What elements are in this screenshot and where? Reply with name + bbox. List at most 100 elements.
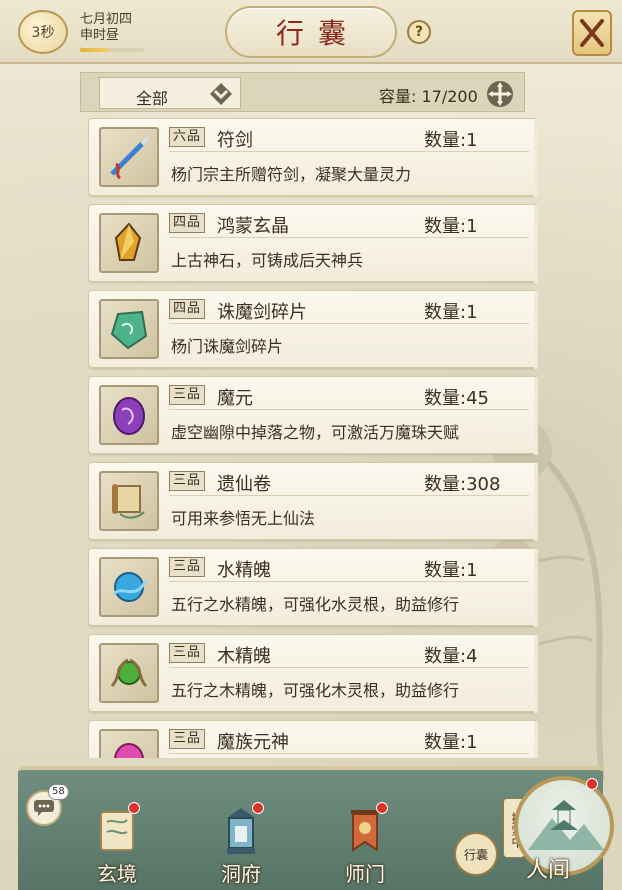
tab-xuanjing[interactable]: 玄境 [82,802,152,886]
talisman-sword-icon [99,127,159,187]
item-grade: 三品 [169,557,206,577]
item-grade: 三品 [169,385,206,405]
help-button[interactable]: ? [407,20,431,44]
item-quantity: 数量:1 [424,212,478,238]
item-quantity: 数量:1 [424,298,478,324]
quantity-value: 1 [466,560,478,581]
chat-icon [34,800,54,816]
item-quantity: 数量:1 [424,556,478,582]
tab-dongfu[interactable]: 洞府 [206,802,276,886]
timer-badge: 3秒 [18,10,68,54]
notice-dot [586,778,598,790]
crystal-icon [99,213,159,273]
wood-essence-icon [99,643,159,703]
item-row[interactable]: 四品 诛魔剑碎片 数量:1 杨门诛魔剑碎片 [88,290,538,368]
item-quantity: 数量:45 [424,384,489,410]
item-row[interactable]: 三品 木精魄 数量:4 五行之木精魄，可强化木灵根，助益修行 [88,634,538,712]
page-title: 行囊 [275,17,360,50]
tab-label: 师门 [345,862,385,886]
quantity-value: 45 [466,388,489,409]
item-quantity: 数量:4 [424,642,478,668]
category-selected: 全部 [136,89,169,108]
world-label: 人间 [526,858,571,883]
item-grade: 四品 [169,299,206,319]
quantity-label: 数量: [424,216,467,237]
close-button[interactable] [572,10,612,56]
item-name: 魔族元神 [217,732,289,753]
crossed-swords-icon [580,19,604,47]
item-row[interactable]: 六品 符剑 数量:1 杨门宗主所赠符剑，凝聚大量灵力 [88,118,538,196]
capacity-info: 容量: 17/200 [379,83,478,107]
tab-shimen[interactable]: 师门 [330,802,400,886]
quantity-value: 1 [466,216,478,237]
time-progress-bar [80,48,144,52]
item-grade: 四品 [169,213,206,233]
quantity-label: 数量: [424,474,467,495]
item-description: 可用来参悟无上仙法 [171,509,316,528]
jade-shard-icon [99,299,159,359]
category-dropdown[interactable]: 全部 [99,77,241,109]
divider [169,581,529,582]
lunar-date: 七月初四 [80,12,133,27]
quantity-label: 数量: [424,732,467,753]
item-grade: 三品 [169,643,206,663]
item-list: 六品 符剑 数量:1 杨门宗主所赠符剑，凝聚大量灵力 四品 鸿蒙玄晶 数量:1 上古神石，可铸… [88,118,538,758]
item-name: 符剑 [217,130,253,151]
tab-label: 洞府 [221,862,261,886]
item-row[interactable]: 三品 遗仙卷 数量:308 可用来参悟无上仙法 [88,462,538,540]
quantity-label: 数量: [424,646,467,667]
timer-text: 3秒 [31,25,55,41]
title-plate: 行囊 [225,6,397,58]
divider [169,323,529,324]
item-grade: 三品 [169,471,206,491]
item-description: 上古神石，可铸成后天神兵 [171,251,364,270]
top-bar: 3秒 七月初四 申时昼 行囊 ? [0,0,622,64]
notice-dot [376,802,388,814]
item-row[interactable]: 三品 魔元 数量:45 虚空幽隙中掉落之物，可激活万魔珠天赋 [88,376,538,454]
question-icon: ? [414,24,424,40]
item-description: 五行之木精魄，可强化木灵根，助益修行 [171,681,460,700]
bag-button[interactable]: 行囊 [454,832,498,876]
capacity-label: 容量: [379,87,417,106]
chat-count-badge: 58 [48,784,69,800]
demon-orb-icon [99,385,159,445]
item-quantity: 数量:1 [424,728,478,754]
quantity-value: 1 [466,732,478,753]
quantity-value: 1 [466,130,478,151]
divider [169,753,529,754]
notice-dot [252,802,264,814]
item-name: 水精魄 [217,560,271,581]
item-name: 魔元 [217,388,253,409]
filter-bar: 全部 容量: 17/200 [80,72,525,112]
date-info: 七月初四 申时昼 [80,12,132,44]
item-grade: 三品 [169,729,206,749]
scroll-icon [99,471,159,531]
item-description: 杨门宗主所赠符剑，凝聚大量灵力 [171,165,412,184]
item-name: 鸿蒙玄晶 [217,216,289,237]
item-name: 诛魔剑碎片 [217,302,307,323]
quantity-value: 1 [466,302,478,323]
item-description: 杨门诛魔剑碎片 [171,337,284,356]
item-grade: 六品 [169,127,206,147]
quantity-value: 4 [466,646,478,667]
item-row[interactable]: 三品 水精魄 数量:1 五行之水精魄，可强化水灵根，助益修行 [88,548,538,626]
item-description: 五行之水精魄，可强化水灵根，助益修行 [171,595,460,614]
demon-soul-icon [99,729,159,758]
item-quantity: 数量:308 [424,470,500,496]
capacity-value: 17/200 [421,87,478,106]
item-description: 虚空幽隙中掉落之物，可激活万魔珠天赋 [171,423,460,442]
bottom-nav: 58 玄境 洞府 师门 行囊 探索中 [0,762,622,890]
quantity-label: 数量: [424,130,467,151]
time-progress-fill [80,48,109,52]
quantity-value: 308 [466,474,501,495]
item-row[interactable]: 四品 鸿蒙玄晶 数量:1 上古神石，可铸成后天神兵 [88,204,538,282]
divider [169,667,529,668]
expand-capacity-icon[interactable] [485,79,515,109]
quantity-label: 数量: [424,388,467,409]
divider [169,495,529,496]
quantity-label: 数量: [424,302,467,323]
divider [169,237,529,238]
tab-label: 玄境 [97,862,137,886]
item-name: 木精魄 [217,646,271,667]
item-row[interactable]: 三品 魔族元神 数量:1 [88,720,538,758]
